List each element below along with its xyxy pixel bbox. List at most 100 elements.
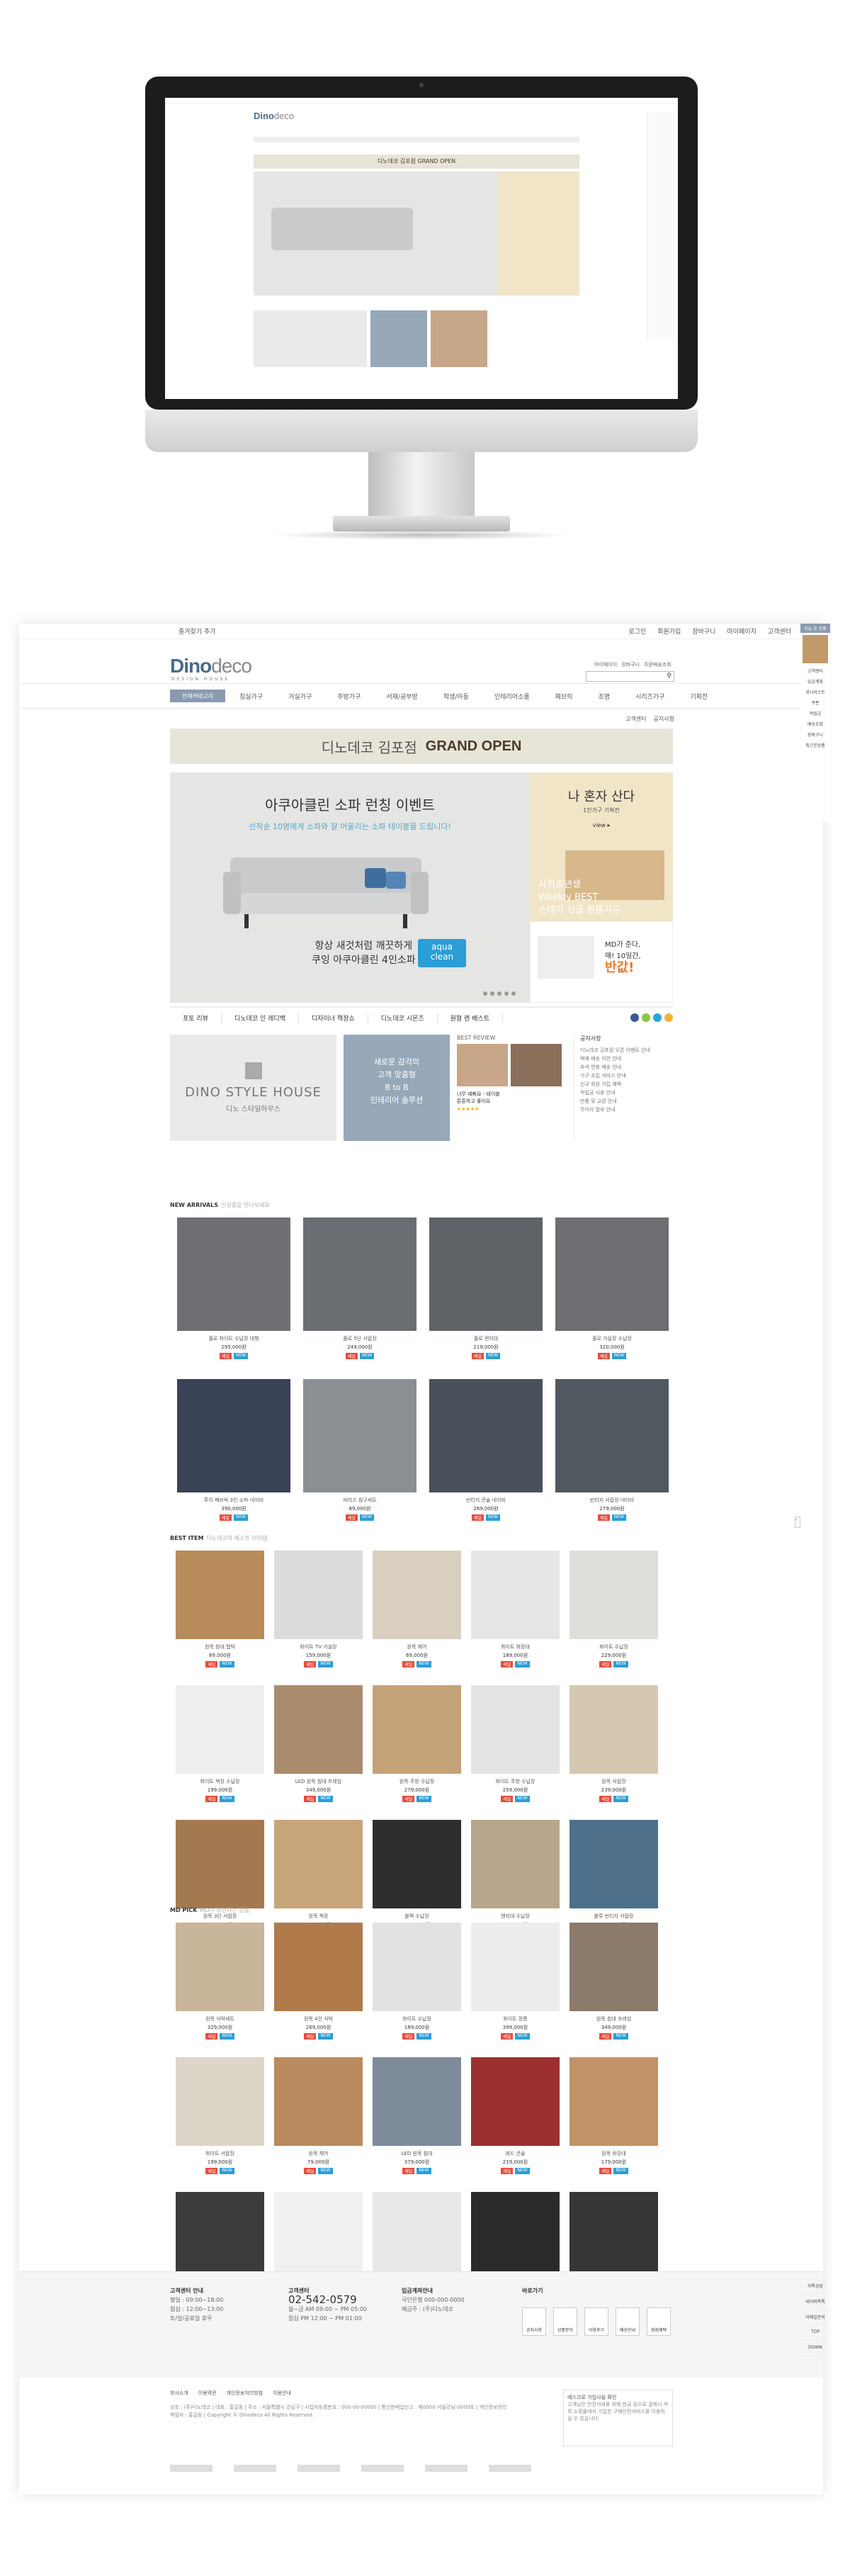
- product-name[interactable]: 빈티지 서랍장 네이비: [555, 1497, 669, 1504]
- product-image[interactable]: [570, 1551, 658, 1639]
- sidebar-item[interactable]: 고객센터: [800, 668, 830, 674]
- product-name[interactable]: 플로 거실장 수납장: [555, 1335, 669, 1342]
- product-image[interactable]: [429, 1379, 543, 1492]
- product-image[interactable]: [555, 1379, 669, 1492]
- sidebar-item[interactable]: 위시리스트: [800, 689, 830, 695]
- product-card[interactable]: 플로 5단 서랍장 249,000원 세일 NEW: [303, 1217, 416, 1359]
- benefit-shortcut[interactable]: 회원혜택: [647, 2307, 671, 2336]
- half-price-banner[interactable]: MD가 준다, 매! 10일간, 반값!: [530, 921, 673, 1003]
- facebook-icon[interactable]: [630, 1013, 639, 1022]
- product-name[interactable]: 원목 주방 수납장: [373, 1778, 461, 1785]
- util-cart[interactable]: 장바구니: [621, 661, 640, 668]
- sidebar-item[interactable]: 적립금: [800, 710, 830, 716]
- product-card[interactable]: 원목 침대 프레임 349,000원 세일 NEW: [570, 1923, 658, 2040]
- product-image[interactable]: [176, 1685, 264, 1774]
- product-name[interactable]: 화이트 주방 수납장: [471, 1778, 560, 1785]
- product-name[interactable]: 원목 식탁세트: [176, 2015, 264, 2023]
- product-image[interactable]: [570, 2192, 658, 2280]
- product-image[interactable]: [274, 1685, 363, 1774]
- product-name[interactable]: 원목 침대 협탁: [176, 1643, 264, 1650]
- product-image[interactable]: [373, 2192, 461, 2280]
- product-name[interactable]: LED 원목 침대: [373, 2150, 461, 2157]
- product-image[interactable]: [471, 1820, 560, 1908]
- crumb-notice[interactable]: 공지사항: [654, 715, 674, 723]
- product-card[interactable]: 화이트 수납장 229,000원 세일 NEW: [570, 1551, 658, 1667]
- product-card[interactable]: 원목 서랍장 239,000원 세일 NEW: [570, 1685, 658, 1802]
- product-card[interactable]: 레드 콘솔 219,000원 세일 NEW: [471, 2057, 560, 2174]
- sidebar-item[interactable]: 최근본상품: [800, 742, 830, 748]
- util-order[interactable]: 주문배송조회: [644, 661, 672, 668]
- review-thumb[interactable]: [457, 1044, 508, 1086]
- product-card[interactable]: 마리스 침구세트 89,000원 세일 NEW: [303, 1379, 416, 1521]
- scroll-top-button[interactable]: TOP: [800, 2325, 830, 2341]
- sidebar-item[interactable]: 입금계좌: [800, 678, 830, 685]
- product-image[interactable]: [176, 2192, 264, 2280]
- product-image[interactable]: [177, 1379, 290, 1492]
- product-name[interactable]: 빈티지 콘솔 네이비: [429, 1497, 543, 1504]
- product-card[interactable]: 빈티지 콘솔 네이비 269,000원 세일 NEW: [429, 1379, 543, 1521]
- bookmark-link[interactable]: 즐겨찾기 추가: [178, 626, 216, 636]
- product-image[interactable]: [274, 1923, 363, 2011]
- product-name[interactable]: 레드 콘솔: [471, 2150, 560, 2157]
- review-text[interactable]: 튼튼하고 좋아요: [457, 1098, 567, 1105]
- product-name[interactable]: 마리스 침구세트: [303, 1497, 416, 1504]
- product-card[interactable]: 플로 렌지대 219,000원 세일 NEW: [429, 1217, 543, 1359]
- product-card[interactable]: 플로 화이트 수납장 대형 295,000원 세일 NEW: [177, 1217, 290, 1359]
- product-image[interactable]: [373, 1820, 461, 1908]
- product-image[interactable]: [570, 1923, 658, 2011]
- product-image[interactable]: [176, 1923, 264, 2011]
- nav-item[interactable]: 주방가구: [337, 692, 361, 701]
- product-image[interactable]: [176, 1820, 264, 1908]
- product-name[interactable]: 원목 체어: [274, 2150, 363, 2157]
- style-house-banner[interactable]: DINO STYLE HOUSE 디노 스타일하우스: [170, 1035, 336, 1141]
- notice-item[interactable]: 택배 배송 지연 안내: [580, 1054, 673, 1063]
- product-image[interactable]: [471, 2192, 560, 2280]
- product-name[interactable]: 원목 체어: [373, 1643, 461, 1650]
- product-image[interactable]: [274, 1551, 363, 1639]
- product-card[interactable]: 원목 체어 69,000원 세일 NEW: [373, 1551, 461, 1667]
- product-name[interactable]: 플로 화이트 수납장 대형: [177, 1335, 290, 1342]
- footer-link[interactable]: 이용안내: [273, 2390, 291, 2397]
- event-tab[interactable]: 디노데코 시몬즈: [368, 1013, 438, 1023]
- product-image[interactable]: [555, 1217, 669, 1331]
- product-card[interactable]: 원목 식탁세트 329,000원 세일 NEW: [176, 1923, 264, 2040]
- blog-icon[interactable]: [653, 1013, 662, 1022]
- contact-item[interactable]: 카톡상담: [800, 2278, 830, 2294]
- contact-item[interactable]: 네이버톡톡: [800, 2294, 830, 2310]
- product-name[interactable]: 화이트 TV 거실장: [274, 1643, 363, 1650]
- nav-item[interactable]: 패브릭: [555, 692, 573, 701]
- event-tab[interactable]: 원형 렌 베스트: [438, 1013, 504, 1023]
- chevron-right-icon[interactable]: ›: [795, 1517, 800, 1528]
- product-image[interactable]: [176, 2057, 264, 2146]
- grand-open-banner[interactable]: 디노데코 김포점 GRAND OPEN: [170, 729, 673, 764]
- nav-item[interactable]: 조명: [599, 692, 611, 701]
- recent-thumb[interactable]: [803, 635, 828, 663]
- b2b-banner[interactable]: 새로운 감각의 고객 맞춤형 B to B 인테리어 솔루션: [344, 1035, 450, 1141]
- product-image[interactable]: [303, 1379, 416, 1492]
- product-card[interactable]: LED 원목 침대 프레임 349,000원 세일 NEW: [274, 1685, 363, 1802]
- delivery-shortcut[interactable]: 배송안내: [616, 2307, 640, 2336]
- product-image[interactable]: [570, 2057, 658, 2146]
- footer-link[interactable]: 개인정보처리방침: [227, 2390, 264, 2397]
- product-name[interactable]: 원목 화장대: [570, 2150, 658, 2157]
- login-link[interactable]: 로그인: [628, 626, 646, 636]
- nav-item[interactable]: 시리즈가구: [635, 692, 664, 701]
- product-image[interactable]: [570, 1685, 658, 1774]
- footer-link[interactable]: 회사소개: [170, 2390, 188, 2397]
- join-link[interactable]: 회원가입: [657, 626, 681, 636]
- product-card[interactable]: 플로 거실장 수납장 320,000원 세일 NEW: [555, 1217, 669, 1359]
- notice-item[interactable]: 신규 회원 가입 혜택: [580, 1080, 673, 1089]
- product-image[interactable]: [429, 1217, 543, 1331]
- product-card[interactable]: 원목 주방 수납장 279,000원 세일 NEW: [373, 1685, 461, 1802]
- product-card[interactable]: 원목 4인 식탁 269,000원 세일 NEW: [274, 1923, 363, 2040]
- product-image[interactable]: [471, 1923, 560, 2011]
- mypage-link[interactable]: 마이페이지: [727, 626, 756, 636]
- product-card[interactable]: 원목 화장대 179,000원 세일 NEW: [570, 2057, 658, 2174]
- product-image[interactable]: [177, 1217, 290, 1331]
- sidebar-item[interactable]: 장바구니: [800, 731, 830, 738]
- product-name[interactable]: 화이트 화장대: [471, 1643, 560, 1650]
- product-name[interactable]: 화이트 서랍장: [176, 2150, 264, 2157]
- notice-item[interactable]: 디노데코 김포점 오픈 이벤트 안내: [580, 1046, 673, 1054]
- single-living-banner[interactable]: 나 혼자 산다 1인가구 기획전 view ▸ 사회초년생 Weekly BEST…: [530, 772, 673, 921]
- product-card[interactable]: 화이트 TV 거실장 159,000원 세일 NEW: [274, 1551, 363, 1667]
